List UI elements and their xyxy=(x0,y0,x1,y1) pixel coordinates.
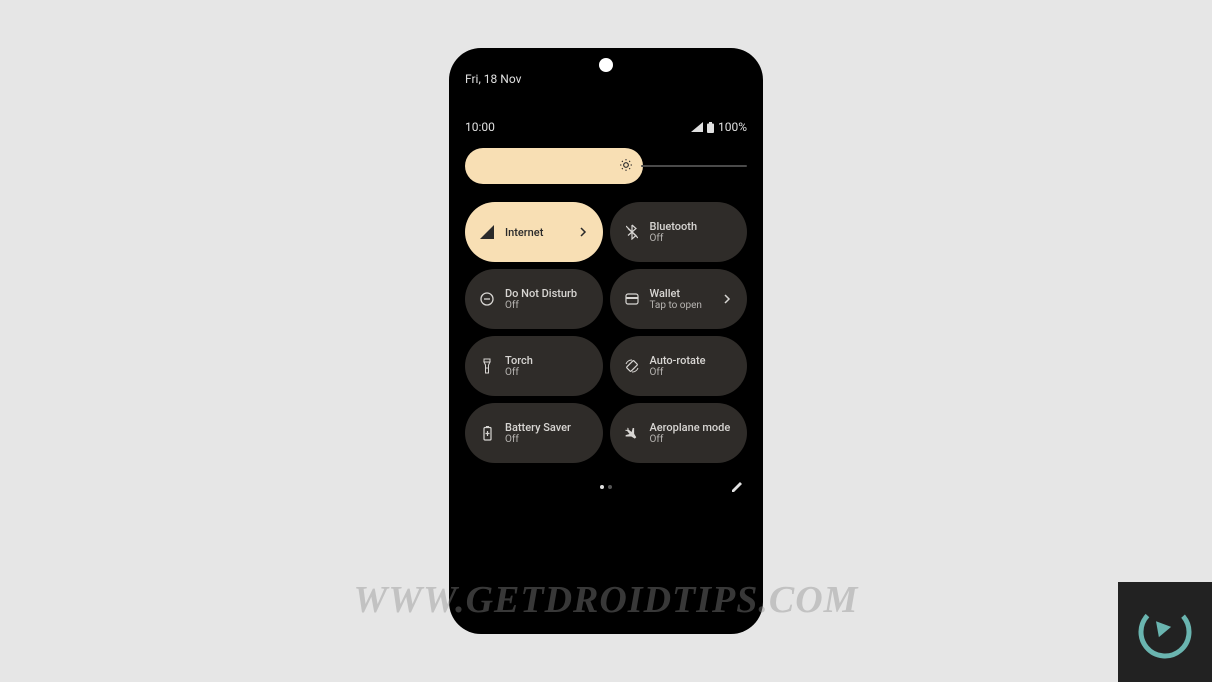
time-label: 10:00 xyxy=(465,120,495,134)
brightness-slider[interactable] xyxy=(465,148,747,184)
tile-sub: Off xyxy=(650,434,734,445)
tile-internet[interactable]: Internet xyxy=(465,202,603,262)
pagination-dots xyxy=(600,485,612,489)
tile-title: Torch xyxy=(505,354,589,367)
tile-sub: Off xyxy=(505,434,589,445)
tile-bluetooth[interactable]: Bluetooth Off xyxy=(610,202,748,262)
tile-title: Bluetooth xyxy=(650,220,734,233)
site-badge xyxy=(1118,582,1212,682)
brightness-fill[interactable] xyxy=(465,148,643,184)
battery-icon xyxy=(707,122,714,133)
tile-autorotate[interactable]: Auto-rotate Off xyxy=(610,336,748,396)
tile-sub: Off xyxy=(650,367,734,378)
chevron-right-icon xyxy=(723,294,733,304)
torch-icon xyxy=(479,358,495,374)
tile-wallet[interactable]: Wallet Tap to open xyxy=(610,269,748,329)
bluetooth-icon xyxy=(624,224,640,240)
edit-tiles-button[interactable] xyxy=(727,477,747,497)
dnd-icon xyxy=(479,291,495,307)
signal-icon xyxy=(691,122,703,132)
quick-tiles-grid: Internet Bluetooth Off Do Not Disturb Of… xyxy=(465,202,747,463)
wallet-icon xyxy=(624,291,640,307)
brightness-track[interactable] xyxy=(641,165,747,167)
tile-title: Aeroplane mode xyxy=(650,421,734,434)
brightness-auto-icon xyxy=(619,157,633,176)
page-dot-inactive xyxy=(608,485,612,489)
tile-sub: Off xyxy=(650,233,734,244)
status-bar: 10:00 100% xyxy=(465,120,747,134)
pagination-row xyxy=(465,477,747,497)
tile-title: Wallet xyxy=(650,287,714,300)
tile-title: Internet xyxy=(505,226,569,239)
battery-percent: 100% xyxy=(718,120,747,134)
date-label: Fri, 18 Nov xyxy=(465,72,747,86)
tile-title: Auto-rotate xyxy=(650,354,734,367)
tile-aeroplane[interactable]: Aeroplane mode Off xyxy=(610,403,748,463)
phone-frame: Fri, 18 Nov 10:00 100% Internet xyxy=(449,48,763,634)
tile-sub: Tap to open xyxy=(650,300,714,311)
tile-torch[interactable]: Torch Off xyxy=(465,336,603,396)
tile-sub: Off xyxy=(505,300,589,311)
airplane-icon xyxy=(624,425,640,441)
tile-sub: Off xyxy=(505,367,589,378)
tile-title: Battery Saver xyxy=(505,421,589,434)
tile-dnd[interactable]: Do Not Disturb Off xyxy=(465,269,603,329)
tile-title: Do Not Disturb xyxy=(505,287,589,300)
tile-batterysaver[interactable]: Battery Saver Off xyxy=(465,403,603,463)
page-dot-active xyxy=(600,485,604,489)
cellular-icon xyxy=(479,224,495,240)
camera-notch xyxy=(599,58,613,72)
autorotate-icon xyxy=(624,358,640,374)
batterysaver-icon xyxy=(479,425,495,441)
chevron-right-icon xyxy=(579,227,589,237)
status-right: 100% xyxy=(691,120,747,134)
